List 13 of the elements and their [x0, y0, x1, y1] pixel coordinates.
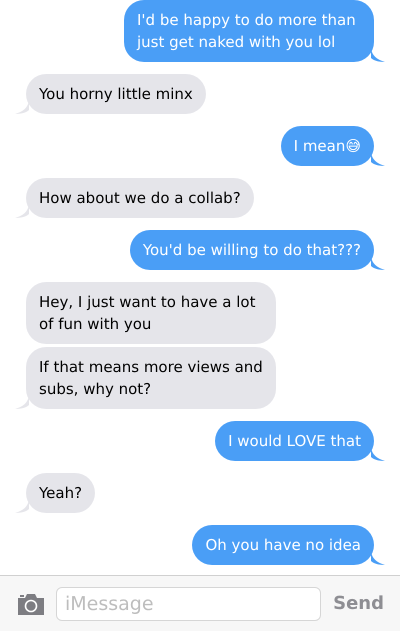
message-bubble: Oh you have no idea: [192, 525, 374, 565]
message-bubble: How about we do a collab?: [26, 178, 254, 218]
message-bubble: I'd be happy to do more than just get naked with you lol: [124, 0, 374, 62]
message-bubble: I mean😅: [280, 126, 374, 166]
message-bubble: If that means more views and subs, why not?: [26, 347, 276, 409]
message-bubble: Yeah?: [26, 473, 96, 513]
message-field[interactable]: iMessage: [56, 586, 322, 620]
message-bubble: Hey, I just want to have a lot of fun with you: [26, 282, 276, 344]
message-bubble: You horny little minx: [26, 74, 206, 114]
message-bubble: You'd be willing to do that???: [130, 230, 374, 270]
camera-icon[interactable]: [16, 592, 46, 614]
send-button[interactable]: Send: [331, 593, 386, 614]
message-bubble: I would LOVE that: [215, 421, 374, 461]
